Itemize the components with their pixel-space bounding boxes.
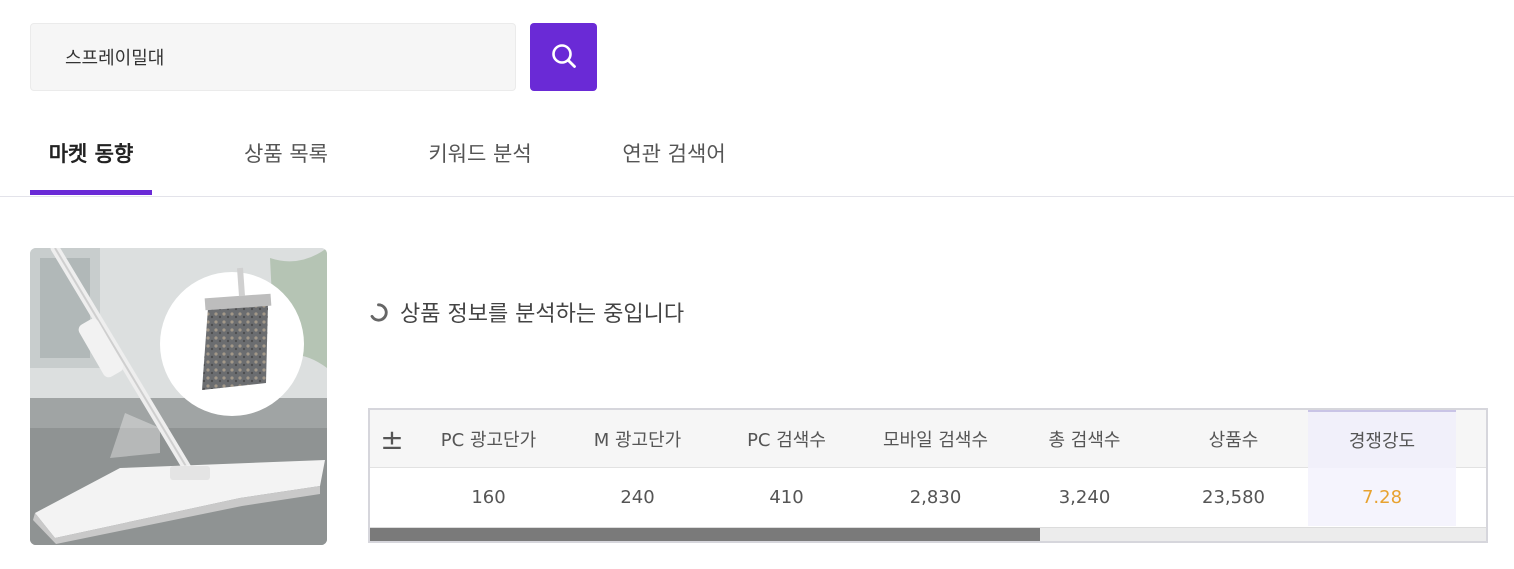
product-thumbnail[interactable] — [30, 248, 327, 545]
header-total-search-count: 총 검색수 — [1048, 430, 1121, 451]
value-pc-ad-price: 160 — [471, 486, 506, 508]
table-header-row: ± PC 광고단가 M 광고단가 PC 검색수 모바일 검색수 총 검색수 상품… — [370, 410, 1486, 468]
expand-toggle-icon[interactable]: ± — [370, 410, 414, 468]
value-competition: 7.28 — [1308, 468, 1456, 526]
header-pc-ad-price: PC 광고단가 — [440, 430, 537, 451]
horizontal-scrollbar[interactable] — [370, 527, 1486, 541]
search-button[interactable] — [530, 23, 597, 91]
tab-bar: 마켓 동향 상품 목록 키워드 분석 연관 검색어 — [0, 110, 1514, 197]
header-pc-search-count: PC 검색수 — [747, 430, 826, 451]
loading-text: 상품 정보를 분석하는 중입니다 — [400, 302, 685, 327]
value-mobile-search-count: 2,830 — [909, 486, 962, 508]
search-icon — [550, 42, 578, 73]
tab-keyword-analysis[interactable]: 키워드 분석 — [410, 110, 550, 196]
loading-status: 상품 정보를 분석하는 중입니다 — [368, 296, 684, 328]
search-input[interactable] — [31, 24, 515, 90]
stats-table: ± PC 광고단가 M 광고단가 PC 검색수 모바일 검색수 총 검색수 상품… — [368, 408, 1488, 543]
value-mobile-ad-price: 240 — [620, 486, 655, 508]
search-box — [30, 23, 516, 91]
tab-market-trend[interactable]: 마켓 동향 — [30, 110, 152, 196]
active-tab-indicator — [30, 190, 152, 195]
header-product-count: 상품수 — [1208, 430, 1259, 451]
loading-spinner-icon — [368, 302, 389, 323]
header-mobile-search-count: 모바일 검색수 — [882, 430, 989, 451]
tab-related-keywords[interactable]: 연관 검색어 — [604, 110, 744, 196]
scrollbar-thumb[interactable] — [370, 528, 1040, 541]
header-mobile-ad-price: M 광고단가 — [593, 430, 682, 451]
header-competition: 경쟁강도 — [1308, 410, 1456, 468]
value-product-count: 23,580 — [1202, 486, 1265, 508]
value-pc-search-count: 410 — [769, 486, 804, 508]
table-row: 160 240 410 2,830 3,240 23,580 7.28 — [370, 468, 1486, 526]
value-total-search-count: 3,240 — [1058, 486, 1111, 508]
tab-product-list[interactable]: 상품 목록 — [222, 110, 350, 196]
